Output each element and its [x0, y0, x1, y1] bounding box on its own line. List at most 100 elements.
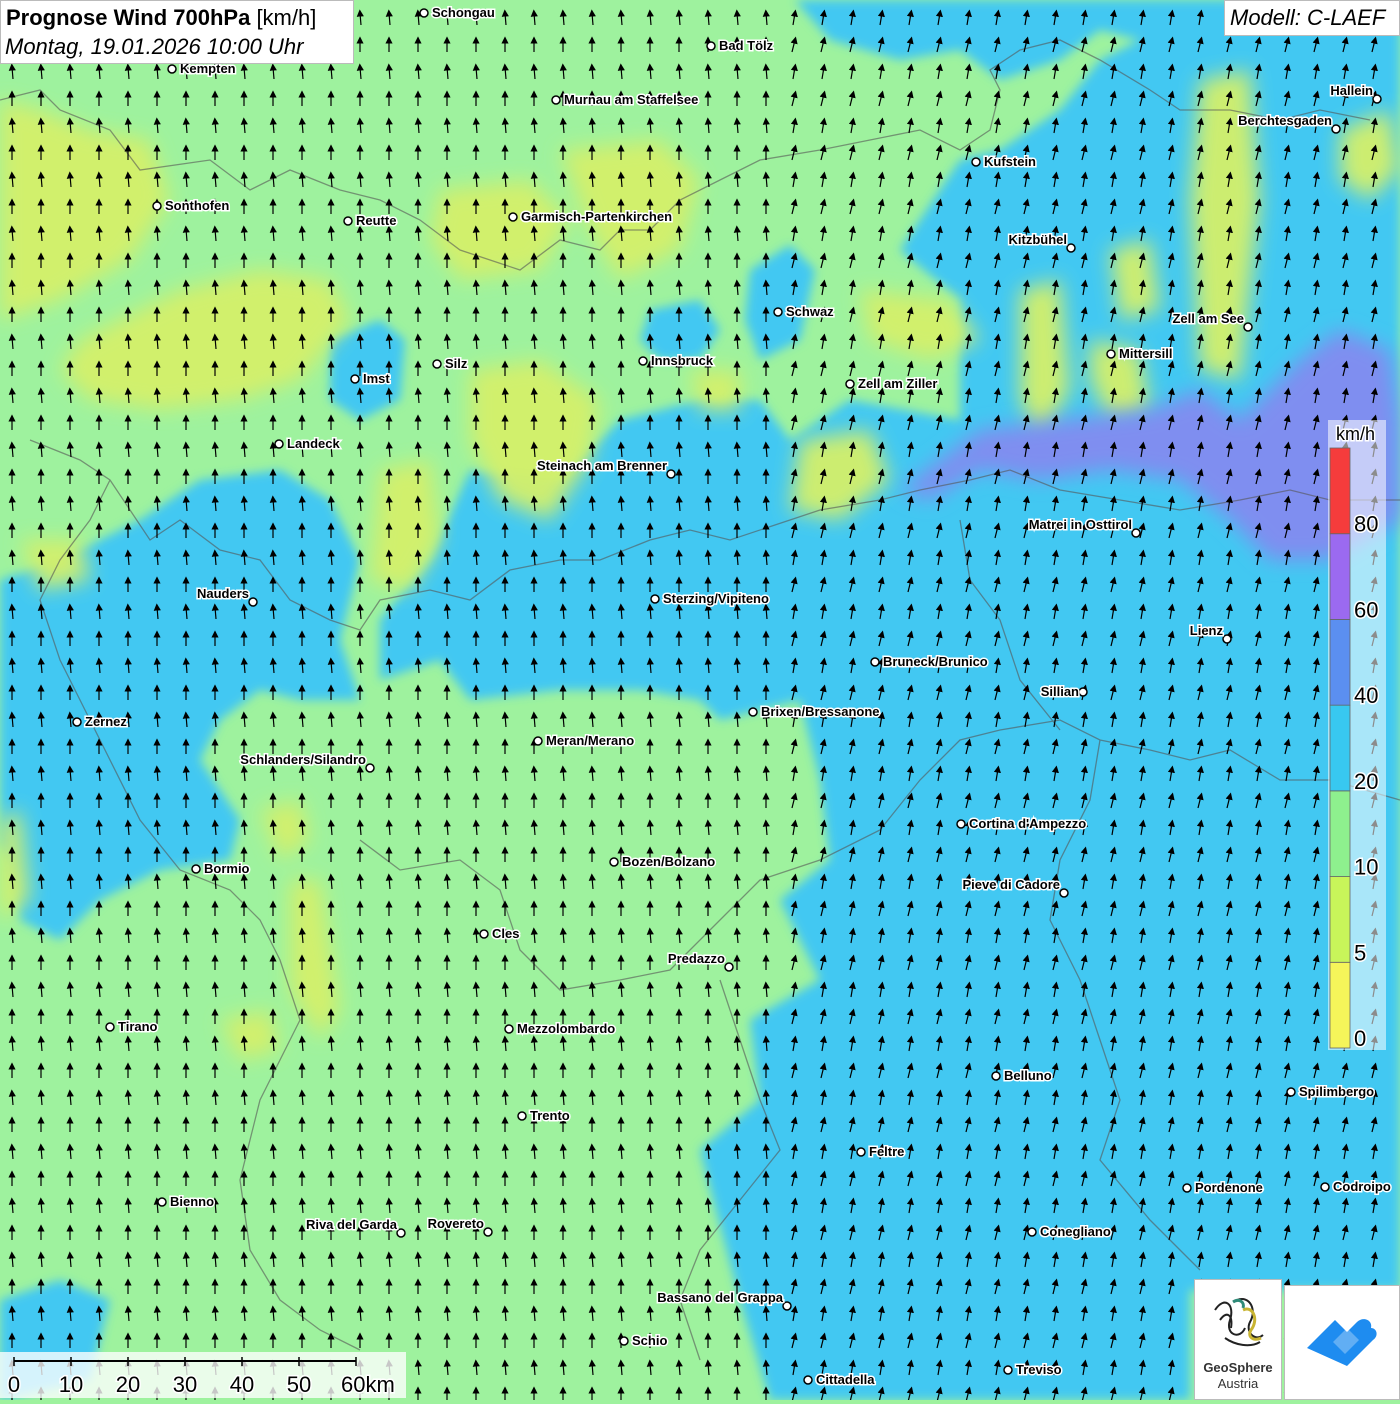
city-dot — [956, 819, 966, 829]
city-label: Trento — [530, 1108, 570, 1123]
city-label: Zell am See — [1172, 311, 1244, 326]
scale-tick-label: 30 — [173, 1372, 197, 1397]
city-dot — [1066, 243, 1076, 253]
city-bozen-bolzano[interactable]: Bozen/Bolzano — [609, 853, 717, 871]
city-dot — [991, 1071, 1001, 1081]
legend-unit: km/h — [1336, 424, 1375, 444]
city-dot — [365, 763, 375, 773]
city-brixen-bressanone[interactable]: Brixen/Bressanone — [748, 703, 881, 721]
city-label: Bozen/Bolzano — [622, 854, 715, 869]
scale-tick-label: 40 — [230, 1372, 254, 1397]
city-dot — [845, 379, 855, 389]
geosphere-logo-icon — [1214, 1298, 1264, 1347]
city-label: Steinach am Brenner — [537, 458, 667, 473]
city-conegliano[interactable]: Conegliano — [1027, 1223, 1112, 1241]
city-dot — [72, 717, 82, 727]
city-dot — [773, 307, 783, 317]
city-label: Kitzbühel — [1009, 232, 1068, 247]
city-label: Zernez — [85, 714, 127, 729]
city-label: Matrei in Osttirol — [1029, 517, 1132, 532]
city-dot — [638, 356, 648, 366]
city-murnau-am-staffelsee[interactable]: Murnau am Staffelsee — [551, 91, 700, 109]
city-dot — [666, 469, 676, 479]
forecast-datetime: Montag, 19.01.2026 10:00 Uhr — [5, 34, 304, 59]
city-label: Imst — [363, 371, 390, 386]
city-dot — [157, 1197, 167, 1207]
city-dot — [517, 1111, 527, 1121]
legend-band — [1329, 447, 1351, 535]
city-label: Silz — [445, 356, 468, 371]
weather-app-logo[interactable] — [1284, 1285, 1400, 1400]
city-label: Cortina d'Ampezzo — [969, 816, 1086, 831]
city-dot — [619, 1336, 629, 1346]
city-dot — [274, 439, 284, 449]
city-label: Cles — [492, 926, 519, 941]
scale-tick-label: 0 — [8, 1372, 20, 1397]
legend-tick-label: 80 — [1354, 512, 1378, 537]
geosphere-logo[interactable]: GeoSphere Austria — [1194, 1279, 1282, 1400]
city-mezzolombardo[interactable]: Mezzolombardo — [504, 1020, 617, 1038]
legend-tick-label: 0 — [1354, 1026, 1366, 1050]
city-zell-am-ziller[interactable]: Zell am Ziller — [845, 375, 939, 393]
city-dot — [1106, 349, 1116, 359]
city-dot — [1131, 528, 1141, 538]
city-label: Landeck — [287, 436, 341, 451]
city-innsbruck[interactable]: Innsbruck — [638, 352, 715, 370]
model-label: Modell: C-LAEF — [1230, 5, 1386, 30]
legend-tick-label: 10 — [1354, 855, 1378, 880]
city-dot — [396, 1228, 406, 1238]
city-meran-merano[interactable]: Meran/Merano — [533, 732, 636, 750]
city-dot — [1222, 634, 1232, 644]
city-sterzing-vipiteno[interactable]: Sterzing/Vipiteno — [650, 590, 770, 608]
scale-bar-graphic: 0 10 20 30 40 50 60km — [6, 1357, 396, 1399]
city-bruneck-brunico[interactable]: Bruneck/Brunico — [870, 653, 989, 671]
city-dot — [479, 929, 489, 939]
city-dot — [504, 1024, 514, 1034]
city-label: Conegliano — [1040, 1224, 1111, 1239]
legend-tick-label: 40 — [1354, 683, 1378, 708]
city-label: Bormio — [204, 861, 250, 876]
city-dot — [432, 359, 442, 369]
city-label: Tirano — [118, 1019, 158, 1034]
city-label: Bad Tölz — [719, 38, 774, 53]
wind-map[interactable]: SchongauBad TölzKemptenMurnau am Staffel… — [0, 0, 1400, 1400]
city-dot — [706, 41, 716, 51]
city-label: Meran/Merano — [546, 733, 634, 748]
city-label: Mittersill — [1119, 346, 1172, 361]
city-label: Innsbruck — [651, 353, 714, 368]
legend-tick-label: 60 — [1354, 597, 1378, 622]
city-label: Predazzo — [668, 951, 725, 966]
city-dot — [803, 1375, 813, 1385]
city-spilimbergo[interactable]: Spilimbergo — [1286, 1083, 1376, 1101]
city-label: Bienno — [170, 1194, 214, 1209]
city-cortina-d-ampezzo[interactable]: Cortina d'Ampezzo — [956, 815, 1088, 833]
city-schongau[interactable]: Schongau — [419, 4, 496, 22]
city-dot — [508, 212, 518, 222]
city-dot — [609, 857, 619, 867]
city-dot — [551, 95, 561, 105]
city-garmisch-partenkirchen[interactable]: Garmisch-Partenkirchen — [508, 208, 674, 226]
city-dot — [1372, 94, 1382, 104]
scale-bar: 0 10 20 30 40 50 60km — [0, 1352, 406, 1399]
city-dot — [1320, 1182, 1330, 1192]
logo-country: Austria — [1217, 1376, 1259, 1391]
city-pordenone[interactable]: Pordenone — [1182, 1179, 1264, 1197]
city-dot — [152, 201, 162, 211]
map-title: Prognose Wind 700hPa [km/h] — [6, 5, 316, 31]
legend-band — [1329, 961, 1351, 1049]
legend-tick-label: 20 — [1354, 769, 1378, 794]
city-label: Bruneck/Brunico — [883, 654, 988, 669]
city-label: Berchtesgaden — [1238, 113, 1332, 128]
city-label: Feltre — [869, 1144, 904, 1159]
city-dot — [1003, 1365, 1013, 1375]
map-title-unit: [km/h] — [256, 5, 317, 30]
city-label: Pordenone — [1195, 1180, 1263, 1195]
city-dot — [782, 1301, 792, 1311]
color-legend: km/h 80 60 40 20 10 5 0 — [1328, 420, 1386, 1053]
city-label: Cittadella — [816, 1372, 875, 1387]
city-label: Zell am Ziller — [858, 376, 937, 391]
city-label: Mezzolombardo — [517, 1021, 615, 1036]
map-title-main: Prognose Wind 700hPa — [6, 5, 251, 30]
city-dot — [350, 374, 360, 384]
city-sonthofen[interactable]: Sonthofen — [152, 197, 231, 215]
